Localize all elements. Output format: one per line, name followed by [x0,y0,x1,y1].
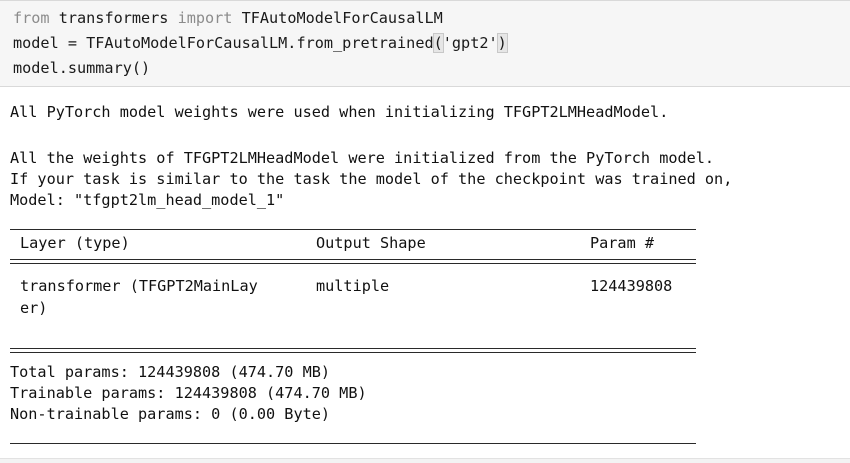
keyword-import: import [177,9,233,27]
next-cell-edge [0,458,850,463]
code-cell[interactable]: from transformers import TFAutoModelForC… [0,0,850,87]
close-paren-highlight: ) [496,33,508,53]
imported-name: TFAutoModelForCausalLM [232,9,443,27]
model-name-line: Model: "tfgpt2lm_head_model_1" [10,191,285,209]
trainable-params: Trainable params: 124439808 (474.70 MB) [10,384,367,402]
header-double-rule [10,259,696,264]
row-layer-name-wrap: er) [20,299,48,317]
output-message-weights-used: All PyTorch model weights were used when… [10,103,669,121]
output-message-weights-initialized: All the weights of TFGPT2LMHeadModel wer… [10,149,715,167]
notebook-page: from transformers import TFAutoModelForC… [0,0,850,463]
model-name-string: 'gpt2' [442,34,498,52]
row-layer-name: transformer (TFGPT2MainLay [20,277,258,295]
row-output-shape: multiple [316,277,390,295]
footer-double-rule [10,348,696,353]
output-message-task-similar: If your task is similar to the task the … [10,170,733,188]
total-params: Total params: 124439808 (474.70 MB) [10,363,331,381]
open-paren-highlight: ( [432,33,444,53]
code-line-import: from transformers import TFAutoModelForC… [13,7,443,29]
summary-top-rule [10,229,696,230]
keyword-from: from [13,9,50,27]
load-call: model = TFAutoModelForCausalLM.from_pret… [13,34,434,52]
code-line-load-model: model = TFAutoModelForCausalLM.from_pret… [13,32,508,54]
non-trainable-params: Non-trainable params: 0 (0.00 Byte) [10,405,331,423]
code-line-summary: model.summary() [13,59,151,77]
module-name: transformers [49,9,178,27]
summary-bottom-rule [10,443,696,444]
header-param-count: Param # [590,234,655,252]
row-param-count: 124439808 [590,277,673,295]
header-output-shape: Output Shape [316,234,426,252]
header-layer-type: Layer (type) [20,234,130,252]
